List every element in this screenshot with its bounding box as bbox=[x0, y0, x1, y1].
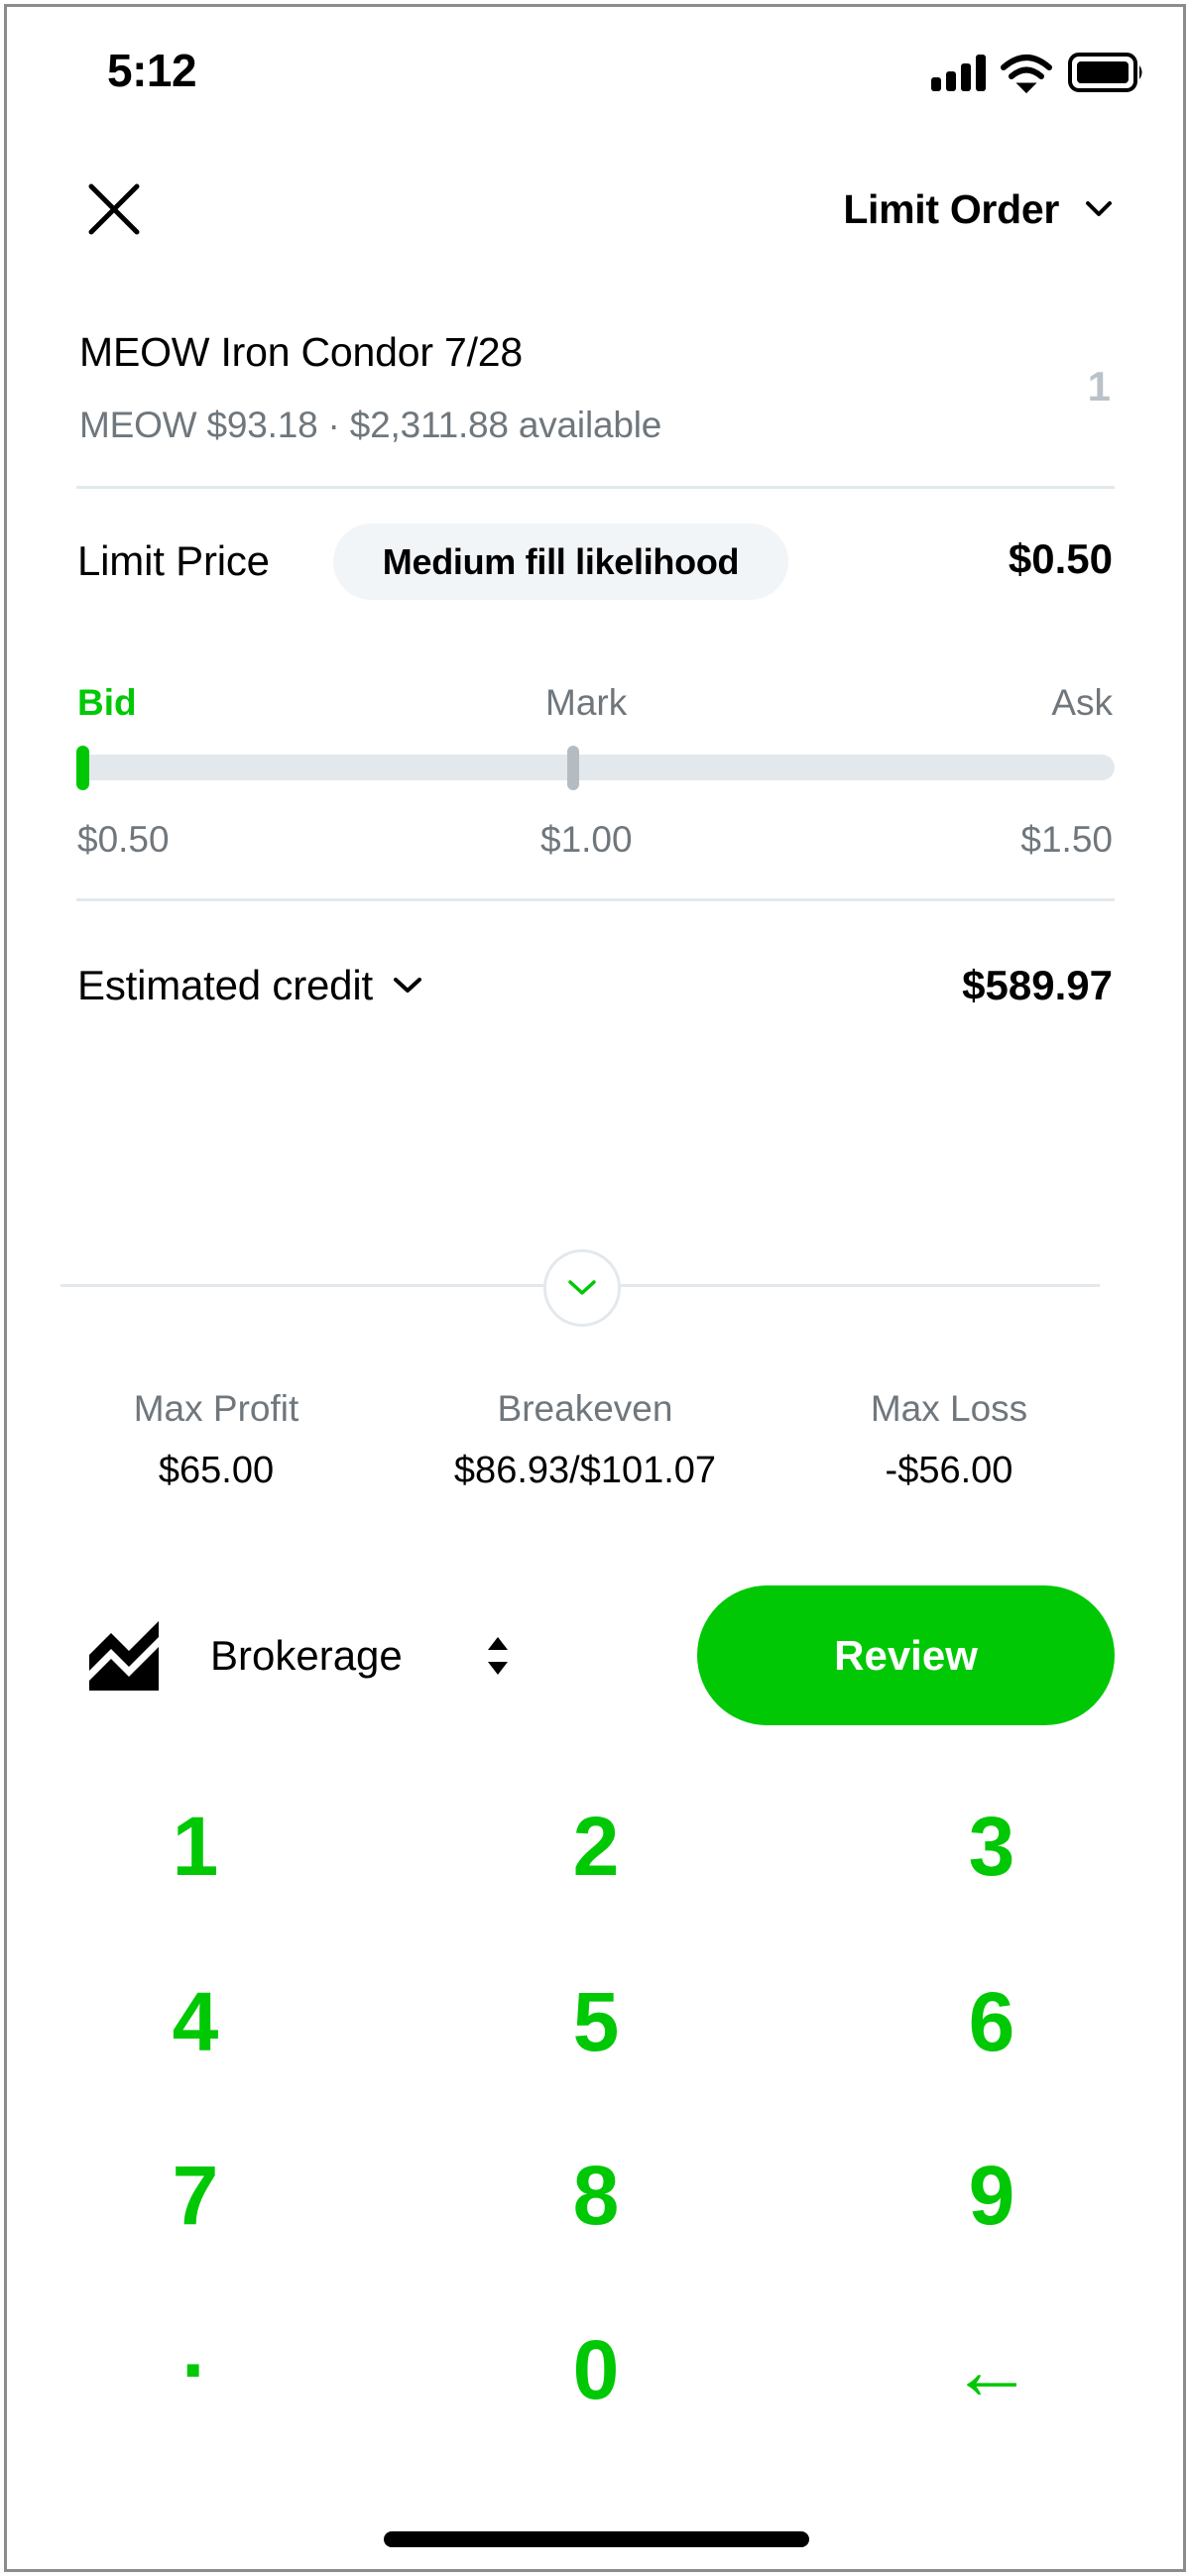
keypad-key-8[interactable]: 8 bbox=[447, 2121, 745, 2270]
limit-price-label: Limit Price bbox=[77, 537, 270, 584]
keypad-key-3[interactable]: 3 bbox=[843, 1772, 1140, 1921]
divider bbox=[76, 486, 1115, 489]
slider-price-mark: $1.00 bbox=[540, 819, 633, 860]
keypad-key-7[interactable]: 7 bbox=[47, 2121, 344, 2270]
fill-likelihood-badge: Medium fill likelihood bbox=[333, 524, 788, 600]
stat-max-profit: Max Profit $65.00 bbox=[38, 1388, 395, 1492]
stat-value: $86.93/$101.07 bbox=[453, 1450, 717, 1491]
chevron-down-icon bbox=[568, 1280, 596, 1295]
divider bbox=[76, 898, 1115, 901]
stat-max-loss: Max Loss -$56.00 bbox=[771, 1388, 1128, 1492]
stat-value: $65.00 bbox=[158, 1450, 275, 1491]
keypad-key-decimal[interactable]: · bbox=[47, 2295, 344, 2444]
slider-price-ask: $1.50 bbox=[1020, 819, 1113, 860]
order-type-label: Limit Order bbox=[843, 185, 1059, 232]
account-selector[interactable]: Brokerage bbox=[210, 1632, 403, 1680]
chevron-down-icon bbox=[393, 978, 421, 993]
estimated-credit-value: $589.97 bbox=[962, 962, 1113, 1008]
status-icons bbox=[927, 52, 1145, 95]
limit-price-value[interactable]: $0.50 bbox=[1009, 535, 1113, 583]
instrument-subtitle: MEOW $93.18 · $2,311.88 available bbox=[79, 405, 662, 445]
brokerage-chart-icon bbox=[89, 1619, 159, 1691]
keypad-key-4[interactable]: 4 bbox=[47, 1947, 344, 2096]
stat-label: Breakeven bbox=[497, 1388, 673, 1429]
chevron-down-icon bbox=[1086, 201, 1112, 216]
close-button[interactable] bbox=[83, 178, 145, 240]
wifi-icon bbox=[1001, 55, 1052, 94]
keypad-key-9[interactable]: 9 bbox=[843, 2121, 1140, 2270]
cellular-signal-icon bbox=[931, 55, 986, 91]
estimated-credit-toggle[interactable]: Estimated credit bbox=[77, 962, 422, 1009]
price-slider-track[interactable] bbox=[76, 755, 1115, 780]
quantity-field[interactable]: 1 bbox=[1088, 363, 1111, 410]
mark-indicator bbox=[566, 746, 579, 790]
slider-label-ask: Ask bbox=[1051, 682, 1113, 723]
status-time: 5:12 bbox=[107, 45, 197, 96]
stat-label: Max Profit bbox=[133, 1388, 299, 1429]
close-icon bbox=[88, 183, 140, 235]
expand-details-button[interactable] bbox=[543, 1249, 621, 1327]
battery-icon bbox=[1068, 53, 1142, 92]
keypad-key-1[interactable]: 1 bbox=[47, 1772, 344, 1921]
order-type-dropdown[interactable]: Limit Order bbox=[843, 182, 1113, 236]
stat-value: -$56.00 bbox=[885, 1450, 1013, 1491]
keypad-key-2[interactable]: 2 bbox=[447, 1772, 745, 1921]
keypad-key-6[interactable]: 6 bbox=[843, 1947, 1140, 2096]
price-slider-handle[interactable] bbox=[76, 746, 89, 790]
slider-label-mark: Mark bbox=[545, 682, 628, 723]
up-down-arrows-icon[interactable] bbox=[484, 1634, 512, 1678]
stat-breakeven: Breakeven $86.93/$101.07 bbox=[407, 1388, 764, 1492]
estimated-credit-label: Estimated credit bbox=[77, 962, 373, 1008]
home-indicator[interactable] bbox=[384, 2531, 809, 2547]
backspace-key[interactable]: ← bbox=[843, 2295, 1140, 2444]
instrument-title: MEOW Iron Condor 7/28 bbox=[79, 329, 523, 375]
slider-price-bid: $0.50 bbox=[77, 819, 170, 860]
keypad-key-5[interactable]: 5 bbox=[447, 1947, 745, 2096]
slider-label-bid: Bid bbox=[77, 682, 137, 723]
stat-label: Max Loss bbox=[870, 1388, 1028, 1429]
keypad-key-0[interactable]: 0 bbox=[447, 2295, 745, 2444]
review-button[interactable]: Review bbox=[697, 1585, 1115, 1725]
